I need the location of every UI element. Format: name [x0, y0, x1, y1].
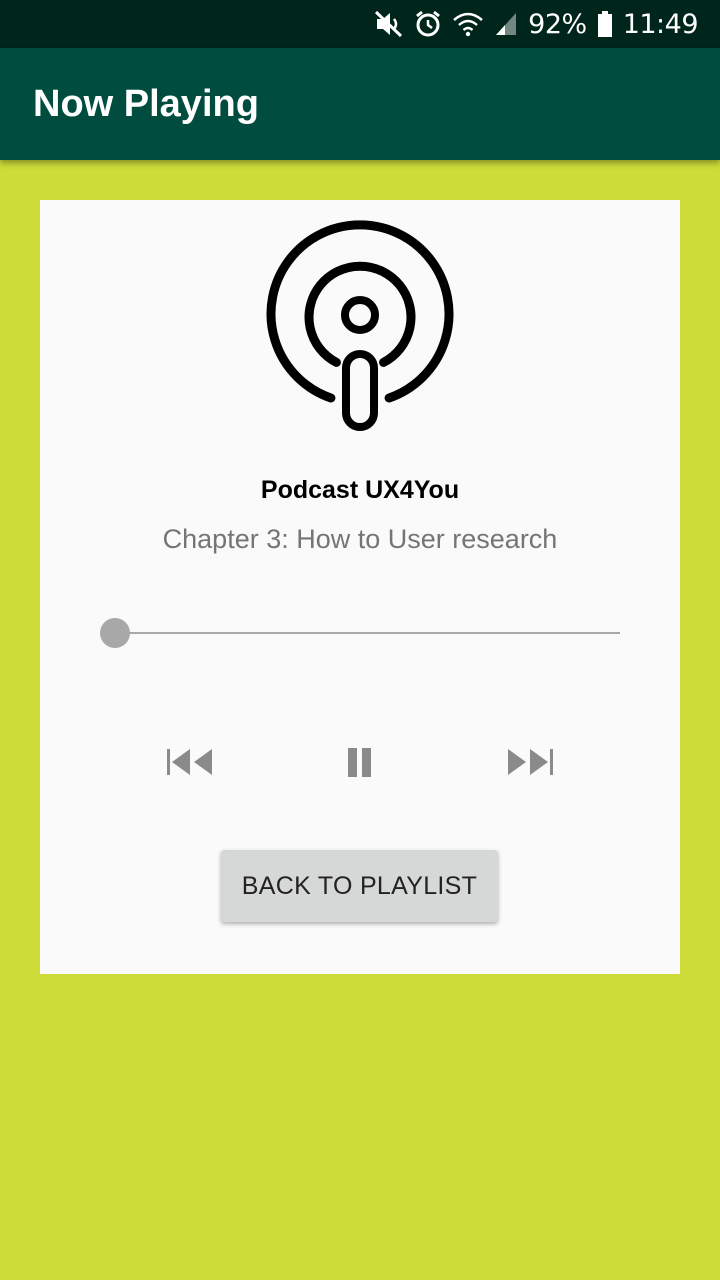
skip-next-icon [508, 749, 553, 775]
pause-button[interactable] [330, 740, 390, 784]
seek-track[interactable] [114, 632, 620, 634]
battery-icon [597, 10, 613, 38]
skip-previous-icon [167, 749, 212, 775]
skip-next-button[interactable] [500, 740, 560, 784]
pause-icon [348, 748, 371, 777]
wifi-icon [452, 11, 484, 37]
podcast-name: Podcast UX4You [260, 476, 460, 504]
alarm-icon [414, 10, 442, 38]
skip-previous-button[interactable] [160, 740, 220, 784]
clock: 11:49 [622, 8, 699, 40]
seek-thumb[interactable] [100, 618, 130, 648]
podcast-icon [266, 220, 454, 431]
episode-title: Chapter 3: How to User research [162, 524, 558, 554]
seek-bar[interactable] [100, 617, 620, 649]
mute-icon [374, 10, 404, 38]
battery-percent: 92% [528, 8, 587, 40]
signal-icon [494, 11, 518, 37]
page-title: Now Playing [33, 82, 259, 125]
now-playing-card: Podcast UX4You Chapter 3: How to User re… [40, 200, 680, 974]
back-to-playlist-button[interactable]: BACK TO PLAYLIST [221, 850, 498, 922]
status-bar: 92% 11:49 [0, 0, 720, 48]
app-bar: Now Playing [0, 48, 720, 160]
